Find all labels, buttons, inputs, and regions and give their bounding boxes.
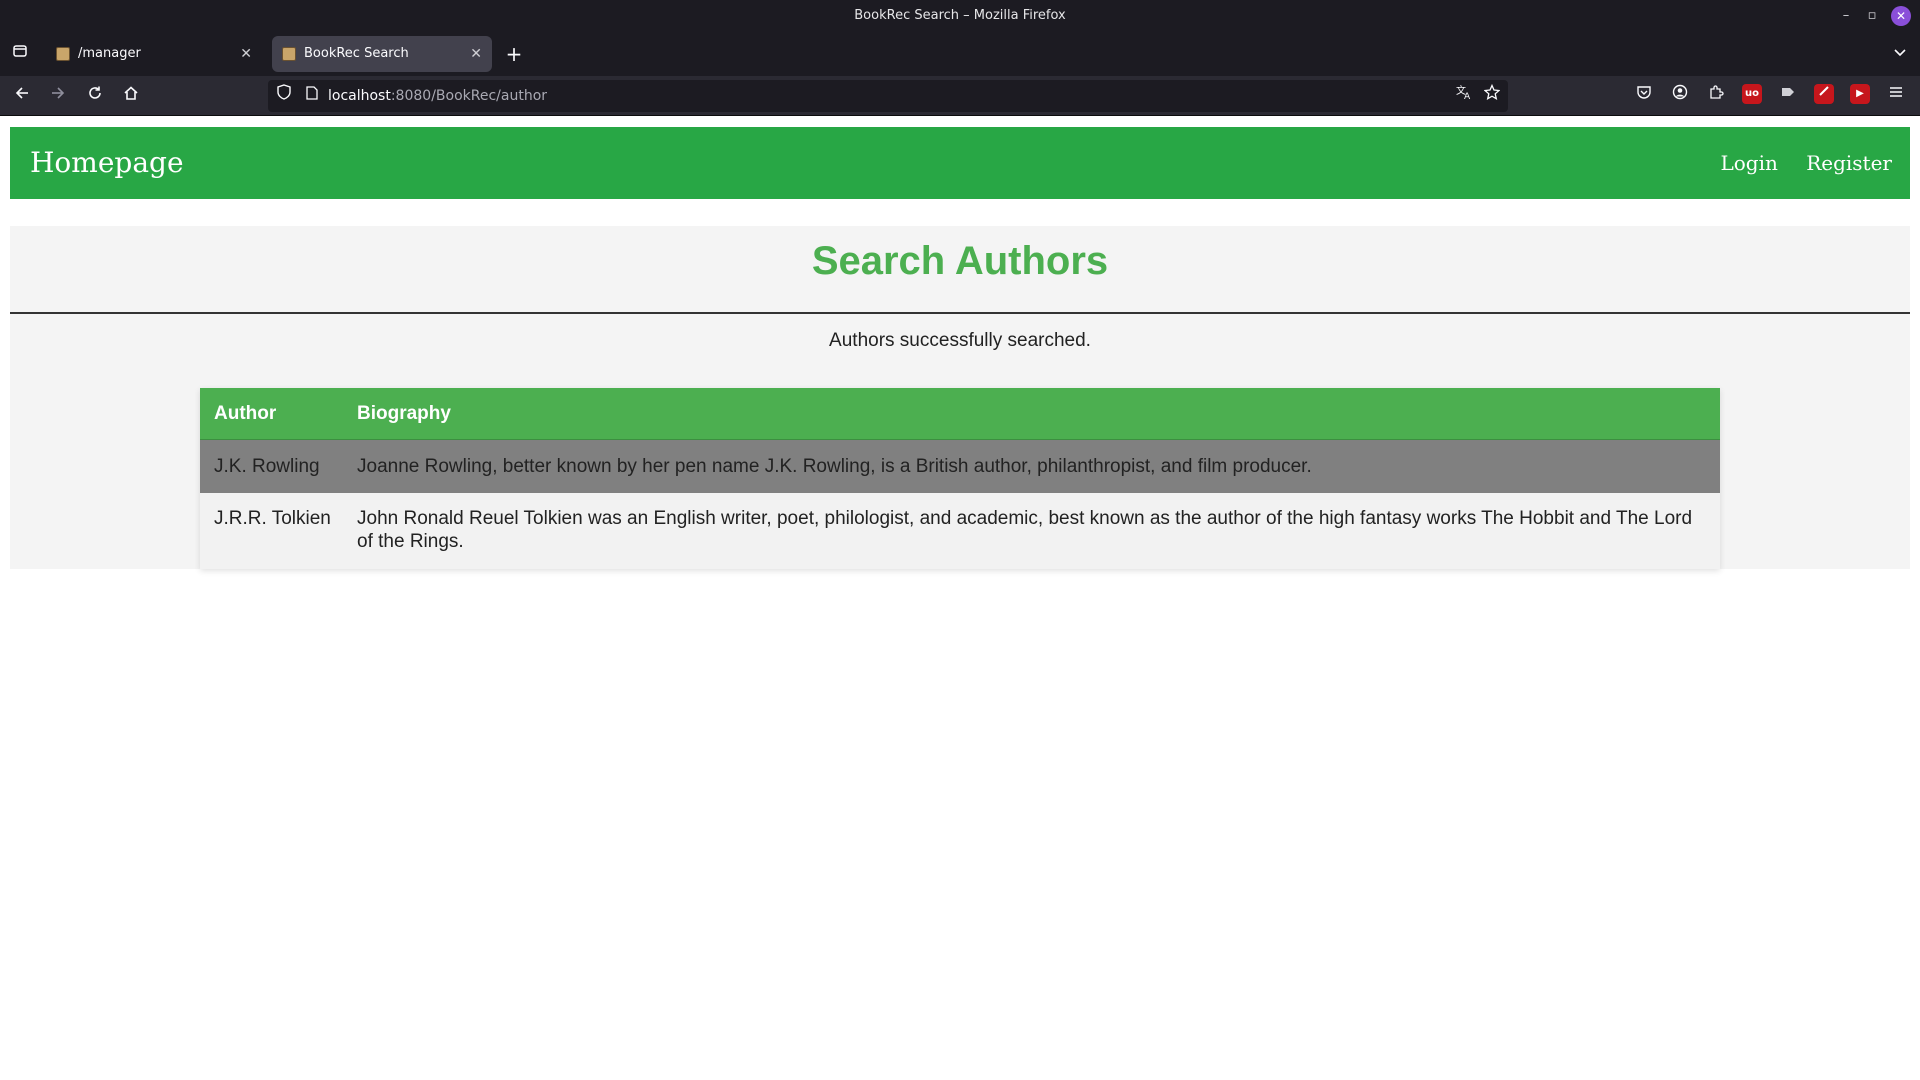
close-window-button[interactable]: ✕ (1891, 6, 1911, 26)
home-button[interactable] (115, 80, 147, 112)
biography-cell: Joanne Rowling, better known by her pen … (357, 456, 1312, 477)
url-path: :8080/BookRec/author (390, 88, 548, 104)
login-link[interactable]: Login (1720, 151, 1777, 175)
page-content: Homepage Login Register Search Authors A… (0, 117, 1920, 1080)
forward-arrow-icon (50, 86, 66, 105)
url-text[interactable]: localhost:8080/BookRec/author (328, 80, 547, 112)
account-icon[interactable] (1670, 84, 1690, 104)
header-nav: Login Register (1698, 127, 1892, 199)
tab-bar: /manager ✕ BookRec Search ✕ + (0, 32, 1920, 76)
back-arrow-icon (14, 86, 30, 105)
extension-icon[interactable] (1778, 84, 1798, 104)
youtube-icon[interactable]: ▶ (1850, 84, 1870, 104)
list-all-tabs-button[interactable] (1884, 36, 1916, 72)
star-icon[interactable] (1482, 80, 1502, 112)
column-header-biography: Biography (357, 403, 451, 424)
red-extension-icon[interactable] (1814, 84, 1834, 104)
tab-bookrec-search[interactable]: BookRec Search ✕ (272, 36, 492, 72)
author-cell: J.K. Rowling (214, 456, 320, 477)
tab-list-icon (12, 44, 28, 63)
navigation-toolbar: localhost:8080/BookRec/author 文A uo ▶ (0, 76, 1920, 116)
table-header-row: Author Biography (200, 388, 1720, 440)
url-host: localhost (328, 88, 391, 104)
svg-text:A: A (1464, 92, 1471, 100)
tab-label: /manager (78, 46, 141, 61)
tab-favicon-icon (56, 47, 70, 61)
table-row[interactable]: J.R.R. Tolkien John Ronald Reuel Tolkien… (200, 493, 1720, 569)
address-bar[interactable]: localhost:8080/BookRec/author 文A (268, 80, 1508, 112)
window-title: BookRec Search – Mozilla Firefox (854, 8, 1066, 23)
tab-label: BookRec Search (304, 46, 409, 61)
table-row[interactable]: J.K. Rowling Joanne Rowling, better know… (200, 440, 1720, 493)
back-button[interactable] (6, 80, 38, 112)
plus-icon: + (505, 42, 523, 66)
window-titlebar: BookRec Search – Mozilla Firefox – ▫ ✕ (0, 0, 1920, 32)
tab-manager[interactable]: /manager ✕ (46, 36, 262, 72)
close-tab-icon[interactable]: ✕ (470, 36, 482, 72)
puzzle-icon[interactable] (1706, 84, 1726, 104)
column-header-author: Author (214, 403, 277, 424)
ublock-icon[interactable]: uo (1742, 84, 1762, 104)
chevron-down-icon (1893, 44, 1907, 63)
site-header: Homepage Login Register (10, 127, 1910, 199)
author-cell: J.R.R. Tolkien (214, 508, 331, 529)
reload-icon (87, 86, 103, 105)
search-results-panel: Search Authors Authors successfully sear… (10, 226, 1910, 569)
status-message: Authors successfully searched. (829, 330, 1091, 351)
divider (10, 312, 1910, 314)
authors-table: Author Biography J.K. Rowling Joanne Row… (200, 388, 1720, 569)
tab-overview-button[interactable] (4, 36, 36, 72)
register-link[interactable]: Register (1806, 151, 1892, 175)
close-tab-icon[interactable]: ✕ (240, 36, 252, 72)
translate-icon[interactable]: 文A (1454, 80, 1474, 112)
page-title: Search Authors (811, 239, 1109, 283)
tab-favicon-icon (282, 47, 296, 61)
homepage-link[interactable]: Homepage (30, 127, 184, 199)
hamburger-menu-icon[interactable] (1886, 84, 1906, 104)
minimize-button[interactable]: – (1836, 6, 1856, 26)
forward-button[interactable] (42, 80, 74, 112)
biography-cell: John Ronald Reuel Tolkien was an English… (357, 508, 1693, 552)
home-icon (123, 86, 139, 105)
new-tab-button[interactable]: + (498, 36, 530, 72)
shield-icon[interactable] (274, 80, 294, 112)
restore-button[interactable]: ▫ (1862, 6, 1882, 26)
page-icon[interactable] (302, 80, 322, 112)
reload-button[interactable] (79, 80, 111, 112)
pocket-icon[interactable] (1634, 84, 1654, 104)
